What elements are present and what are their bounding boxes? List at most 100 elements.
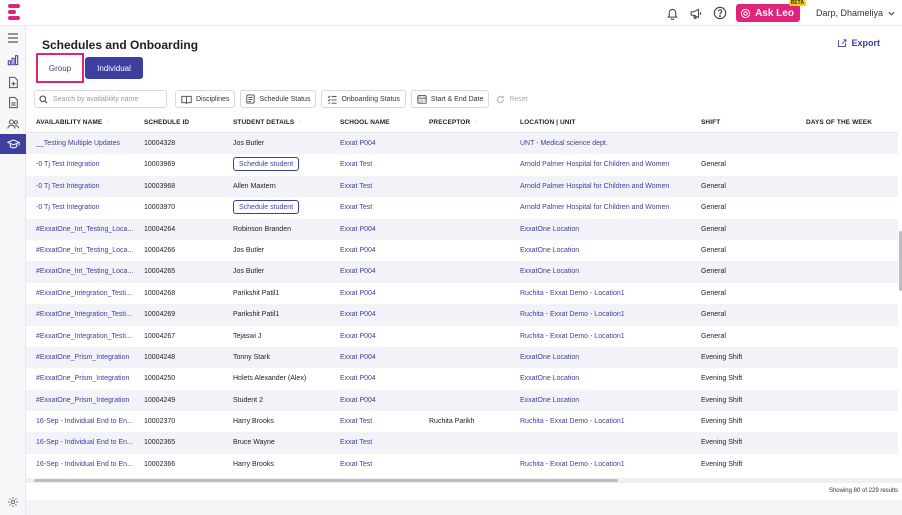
cell-location[interactable]: UNT - Medical science dept. — [520, 140, 608, 147]
cell-location[interactable]: ExxatOne Location — [520, 354, 579, 361]
individual-toggle-button[interactable]: Individual — [85, 57, 143, 79]
cell-availability[interactable]: -0 Tj Test Integration — [36, 204, 100, 211]
sidebar-item-documents[interactable] — [0, 92, 26, 112]
cell-availability[interactable]: #ExxatOne_Prism_Integration — [36, 354, 129, 361]
table-row[interactable]: #ExxatOne_Int_Testing_Loca... 10004265 Jos… — [26, 261, 898, 283]
cell-location[interactable]: Arnold Palmer Hospital for Children and … — [520, 204, 669, 211]
cell-availability[interactable]: #ExxatOne_Integration_Testi... — [36, 311, 132, 318]
header-location[interactable]: LOCATION | UNIT — [520, 119, 576, 126]
exxat-logo[interactable] — [8, 4, 20, 22]
table-row[interactable]: #ExxatOne_Integration_Testi... 10004269 Pa… — [26, 304, 898, 326]
cell-school[interactable]: Exxat Test — [340, 204, 372, 211]
cell-location[interactable]: Arnold Palmer Hospital for Children and … — [520, 161, 669, 168]
ask-leo-button[interactable]: Ask Leo BETA — [736, 0, 806, 22]
cell-location[interactable]: ExxatOne Location — [520, 268, 579, 275]
table-row[interactable]: -0 Tj Test Integration 10003968 Allen Maxt… — [26, 175, 898, 198]
sidebar-item-settings[interactable] — [0, 492, 26, 512]
cell-availability[interactable]: #ExxatOne_Integration_Testi... — [36, 290, 132, 297]
schedule-status-filter-button[interactable]: Schedule Status — [240, 90, 317, 108]
cell-availability[interactable]: #ExxatOne_Integration_Testi... — [36, 333, 132, 340]
reset-button[interactable]: Reset — [496, 95, 528, 104]
header-school[interactable]: SCHOOL NAME — [340, 119, 390, 126]
cell-school[interactable]: Exxat Test — [340, 418, 372, 425]
cell-school[interactable]: Exxat Test — [340, 439, 372, 446]
table-row[interactable]: -0 Tj Test Integration 10003970 Schedule s… — [26, 197, 898, 218]
table-row[interactable]: #ExxatOne_Prism_Integration 10004249 Stude… — [26, 389, 898, 412]
cell-availability[interactable]: -0 Tj Test Integration — [36, 161, 100, 168]
sidebar-item-users[interactable] — [0, 114, 26, 134]
cell-school[interactable]: Exxat P004 — [340, 311, 376, 318]
menu-icon[interactable] — [0, 28, 26, 48]
help-icon[interactable] — [712, 5, 728, 21]
cell-availability[interactable]: -0 Tj Test Integration — [36, 183, 100, 190]
table-row[interactable]: #ExxatOne_Prism_Integration 10004250 Holet… — [26, 368, 898, 389]
table-row[interactable]: #ExxatOne_Int_Testing_Loca... 10004266 Jos… — [26, 240, 898, 261]
sidebar-item-add[interactable] — [0, 72, 26, 92]
megaphone-icon[interactable] — [688, 5, 704, 21]
cell-school[interactable]: Exxat P004 — [340, 397, 376, 404]
cell-location[interactable]: Ruchita - Exxat Demo - Location1 — [520, 461, 625, 468]
start-end-date-filter-button[interactable]: Start & End Date — [410, 90, 490, 108]
user-menu[interactable]: Darp, Dhameliya — [816, 8, 896, 18]
cell-location[interactable]: ExxatOne Location — [520, 375, 579, 382]
search-input[interactable]: Search by availability name — [34, 90, 167, 108]
cell-location[interactable]: Ruchita - Exxat Demo - Location1 — [520, 418, 625, 425]
onboarding-status-filter-button[interactable]: Onboarding Status — [321, 90, 406, 108]
export-button[interactable]: Export — [837, 38, 880, 48]
cell-school[interactable]: Exxat P004 — [340, 290, 376, 297]
table-row[interactable]: #ExxatOne_Int_Testing_Loca... 10004264 Rob… — [26, 218, 898, 240]
cell-location[interactable]: ExxatOne Location — [520, 397, 579, 404]
cell-school[interactable]: Exxat Test — [340, 161, 372, 168]
schedule-student-button[interactable]: Schedule student — [233, 157, 300, 172]
header-preceptor[interactable]: PRECEPTOR ↑ — [429, 119, 478, 126]
cell-shift: General — [701, 311, 726, 319]
sidebar-item-schedules[interactable] — [0, 134, 26, 154]
group-toggle-button[interactable]: Group — [36, 53, 84, 83]
cell-availability[interactable]: 16-Sep - Individual End to En... — [36, 439, 133, 446]
checklist-icon — [328, 94, 337, 104]
table-row[interactable]: 16-Sep - Individual End to En... 10002370… — [26, 411, 898, 432]
table-row[interactable]: 16-Sep - Individual End to En... 10002365… — [26, 432, 898, 454]
cell-school[interactable]: Exxat P004 — [340, 375, 376, 382]
cell-availability[interactable]: #ExxatOne_Int_Testing_Loca... — [36, 268, 133, 275]
horizontal-scrollbar[interactable] — [34, 479, 618, 482]
header-availability[interactable]: AVAILABILITY NAME ↑ — [36, 119, 110, 126]
bell-icon[interactable] — [664, 5, 680, 21]
cell-student: Bruce Wayne — [233, 439, 275, 447]
schedule-student-button[interactable]: Schedule student — [233, 200, 300, 215]
cell-availability[interactable]: #ExxatOne_Prism_Integration — [36, 397, 129, 404]
cell-school[interactable]: Exxat P004 — [340, 333, 376, 340]
header-schedule-id[interactable]: SCHEDULE ID — [144, 119, 189, 126]
cell-availability[interactable]: __Testing Multiple Updates — [36, 140, 120, 147]
cell-availability[interactable]: #ExxatOne_Int_Testing_Loca... — [36, 247, 133, 254]
header-student[interactable]: STUDENT DETAILS ↑ — [233, 119, 302, 126]
header-days[interactable]: DAYS OF THE WEEK — [806, 119, 872, 126]
cell-availability[interactable]: #ExxatOne_Prism_Integration — [36, 375, 129, 382]
cell-shift: Evening Shift — [701, 460, 743, 468]
sidebar-item-analytics[interactable] — [0, 50, 26, 70]
cell-availability[interactable]: 16-Sep - Individual End to En... — [36, 461, 133, 468]
cell-school[interactable]: Exxat P004 — [340, 226, 376, 233]
table-row[interactable]: 16-Sep - Individual End to En... 10002366… — [26, 454, 898, 475]
cell-location[interactable]: ExxatOne Location — [520, 226, 579, 233]
cell-availability[interactable]: 16-Sep - Individual End to En... — [36, 418, 133, 425]
cell-school[interactable]: Exxat P004 — [340, 247, 376, 254]
cell-school[interactable]: Exxat Test — [340, 183, 372, 190]
cell-school[interactable]: Exxat P004 — [340, 354, 376, 361]
cell-school[interactable]: Exxat Test — [340, 461, 372, 468]
disciplines-filter-button[interactable]: Disciplines — [175, 90, 236, 108]
cell-location[interactable]: Ruchita - Exxat Demo - Location1 — [520, 333, 625, 340]
cell-school[interactable]: Exxat P004 — [340, 268, 376, 275]
cell-location[interactable]: ExxatOne Location — [520, 247, 579, 254]
cell-location[interactable]: Ruchita - Exxat Demo - Location1 — [520, 290, 625, 297]
table-row[interactable]: #ExxatOne_Integration_Testi... 10004268 Pa… — [26, 283, 898, 304]
table-row[interactable]: #ExxatOne_Prism_Integration 10004248 Tonny… — [26, 346, 898, 369]
cell-location[interactable]: Ruchita - Exxat Demo - Location1 — [520, 311, 625, 318]
cell-school[interactable]: Exxat P004 — [340, 140, 376, 147]
table-row[interactable]: -0 Tj Test Integration 10003969 Schedule s… — [26, 154, 898, 175]
table-row[interactable]: #ExxatOne_Integration_Testi... 10004267 Te… — [26, 326, 898, 347]
header-shift[interactable]: SHIFT — [701, 119, 720, 126]
cell-location[interactable]: Arnold Palmer Hospital for Children and … — [520, 183, 669, 190]
cell-availability[interactable]: #ExxatOne_Int_Testing_Loca... — [36, 226, 133, 233]
table-row[interactable]: __Testing Multiple Updates 10004328 Jos Bu… — [26, 133, 898, 155]
